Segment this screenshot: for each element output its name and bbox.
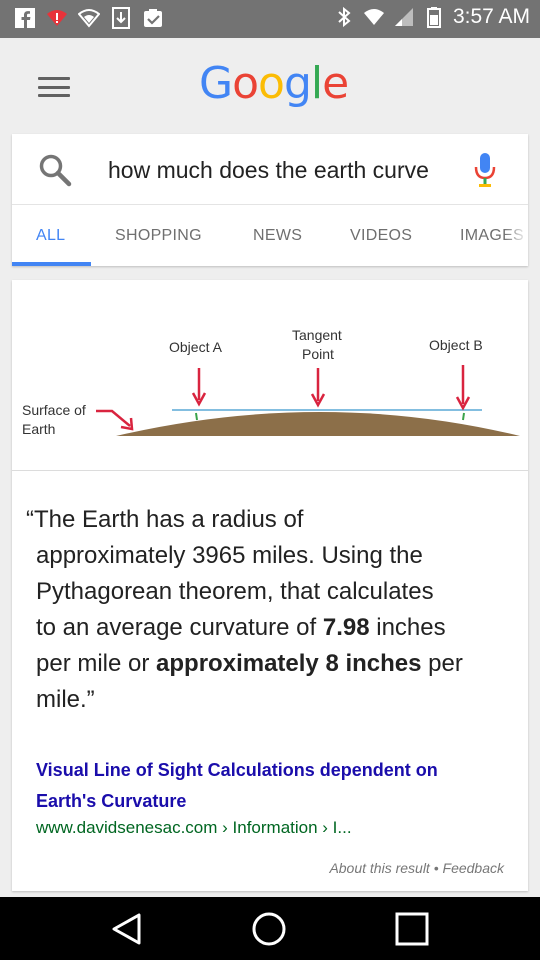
snippet-highlight: 7.98	[322, 614, 370, 641]
earth-surface	[116, 412, 520, 436]
snippet-text-part: to an average curvature of	[36, 614, 323, 641]
label-object-a: Object A	[169, 339, 223, 355]
logo-letter: l	[310, 58, 323, 109]
clock: 3:57 AM	[452, 5, 530, 28]
wifi-alert-icon	[46, 7, 68, 29]
label-object-b: Object B	[429, 337, 483, 353]
logo-letter: g	[283, 58, 312, 109]
snippet-text: “The Earth has a radius of approximately…	[26, 502, 516, 718]
feedback-link[interactable]: Feedback	[443, 860, 504, 876]
active-tab-indicator	[12, 262, 91, 266]
navigation-bar	[0, 897, 540, 960]
battery-icon	[423, 6, 445, 28]
notification-icons	[14, 7, 164, 29]
tab-news[interactable]: NEWS	[253, 205, 302, 266]
snippet-text-part: per mile or	[36, 650, 157, 677]
snippet-line: “The Earth has a radius of	[26, 506, 304, 533]
system-icons: 3:57 AM	[333, 5, 530, 29]
snippet-line: approximately 3965 miles. Using the	[36, 542, 423, 569]
search-bar: how much does the earth curve	[12, 134, 528, 205]
source-title-line: Earth's Curvature	[36, 791, 187, 811]
google-logo[interactable]: Google	[199, 58, 349, 109]
arrow-object-a	[191, 368, 207, 407]
search-input[interactable]: how much does the earth curve	[108, 150, 438, 190]
snippet-line: mile.”	[36, 686, 95, 713]
tab-videos[interactable]: VIDEOS	[350, 205, 412, 266]
logo-letter: G	[199, 58, 233, 109]
snippet-text-part: per	[421, 650, 463, 677]
microphone-icon[interactable]	[472, 152, 498, 188]
download-icon	[110, 7, 132, 29]
bluetooth-icon	[333, 6, 355, 28]
label-surface-1: Surface of	[22, 402, 86, 418]
clipboard-check-icon	[142, 7, 164, 29]
object-a-marker	[195, 412, 198, 421]
label-surface-2: Earth	[22, 421, 55, 437]
source-title-line: Visual Line of Sight Calculations depend…	[36, 760, 438, 780]
snippet-line: per mile or approximately 8 inches per	[26, 646, 516, 682]
header: Google	[0, 38, 540, 134]
shield-wifi-icon	[78, 7, 100, 29]
tab-shopping[interactable]: SHOPPING	[115, 205, 202, 266]
recents-icon[interactable]	[394, 911, 430, 947]
logo-letter: e	[322, 58, 349, 109]
status-bar: 3:57 AM	[0, 0, 540, 38]
menu-icon[interactable]	[38, 77, 70, 97]
logo-letter: o	[232, 58, 259, 109]
snippet-line: Pythagorean theorem, that calculates	[36, 578, 434, 605]
logo-letter: o	[258, 58, 285, 109]
search-tabs: ALL SHOPPING NEWS VIDEOS IMAGES	[12, 205, 528, 266]
facebook-icon	[14, 7, 36, 29]
source-title-link[interactable]: Visual Line of Sight Calculations depend…	[36, 755, 506, 817]
search-icon[interactable]	[38, 153, 72, 187]
arrow-tangent-point	[310, 368, 326, 408]
earth-curvature-diagram[interactable]: Object A Tangent Point Object B Surface …	[12, 280, 528, 471]
wifi-icon	[363, 6, 385, 28]
tabs-fade	[504, 205, 528, 266]
snippet-line: to an average curvature of 7.98 inches	[26, 610, 516, 646]
diagram-svg: Object A Tangent Point Object B Surface …	[22, 327, 520, 437]
snippet-highlight: approximately 8 inches	[156, 650, 422, 677]
search-card: how much does the earth curve ALL SHOPPI…	[12, 134, 528, 266]
tab-all[interactable]: ALL	[36, 205, 65, 266]
label-tangent-2: Point	[302, 346, 334, 362]
featured-snippet-card: Object A Tangent Point Object B Surface …	[12, 280, 528, 891]
arrow-object-b	[455, 365, 471, 411]
source-url[interactable]: www.davidsenesac.com › Information › I..…	[36, 818, 506, 838]
back-icon[interactable]	[109, 911, 145, 947]
home-icon[interactable]	[251, 911, 287, 947]
label-tangent-1: Tangent	[292, 327, 342, 343]
footer-separator: •	[429, 860, 443, 876]
snippet-text-part: inches	[369, 614, 446, 641]
result-footer: About this result • Feedback	[329, 860, 504, 876]
about-this-result-link[interactable]: About this result	[329, 860, 429, 876]
arrow-surface	[96, 409, 134, 431]
signal-icon	[393, 6, 415, 28]
object-b-marker	[462, 412, 465, 421]
